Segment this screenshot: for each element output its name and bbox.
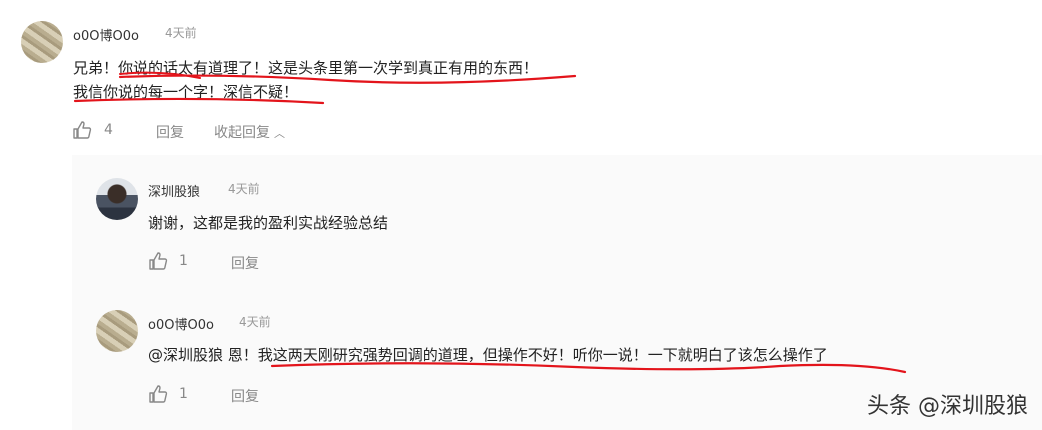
- user-mention-link[interactable]: @深圳股狼: [148, 346, 223, 364]
- reply-button[interactable]: 回复: [231, 386, 259, 406]
- like-count: 1: [179, 253, 188, 269]
- thumbs-up-icon[interactable]: [148, 384, 168, 404]
- comment-text-line-2: 我信你说的每一个字！深信不疑！: [73, 83, 299, 101]
- comment-username[interactable]: 深圳股狼: [148, 181, 200, 200]
- comment-username[interactable]: o0O博O0o: [148, 314, 214, 333]
- comment-text: @深圳股狼 恩！我这两天刚研究强势回调的道理，但操作不好！听你一说！一下就明白了…: [148, 342, 828, 368]
- comment-time: 4天前: [165, 26, 197, 40]
- avatar[interactable]: [96, 310, 138, 352]
- comment-text: 谢谢，这都是我的盈利实战经验总结: [148, 214, 389, 232]
- avatar[interactable]: [96, 178, 138, 220]
- comment-text-line-1: 兄弟！你说的话太有道理了！这是头条里第一次学到真正有用的东西！: [73, 59, 539, 77]
- comment-username[interactable]: o0O博O0o: [73, 25, 139, 44]
- watermark: 头条 @深圳股狼: [867, 394, 1028, 419]
- like-count: 1: [179, 386, 188, 402]
- reply-button[interactable]: 回复: [231, 253, 259, 273]
- reply-button[interactable]: 回复: [156, 122, 184, 142]
- avatar[interactable]: [21, 21, 63, 63]
- thumbs-up-icon[interactable]: [72, 120, 92, 140]
- comment-time: 4天前: [228, 182, 260, 196]
- collapse-replies-button[interactable]: 收起回复 ︿: [214, 122, 285, 142]
- comment-time: 4天前: [239, 315, 271, 329]
- thumbs-up-icon[interactable]: [148, 251, 168, 271]
- like-count: 4: [104, 122, 113, 138]
- comment-body: 恩！我这两天刚研究强势回调的道理，但操作不好！听你一说！一下就明白了该怎么操作了: [223, 346, 828, 364]
- chevron-up-icon: ︿: [274, 127, 285, 140]
- collapse-label: 收起回复: [214, 125, 270, 141]
